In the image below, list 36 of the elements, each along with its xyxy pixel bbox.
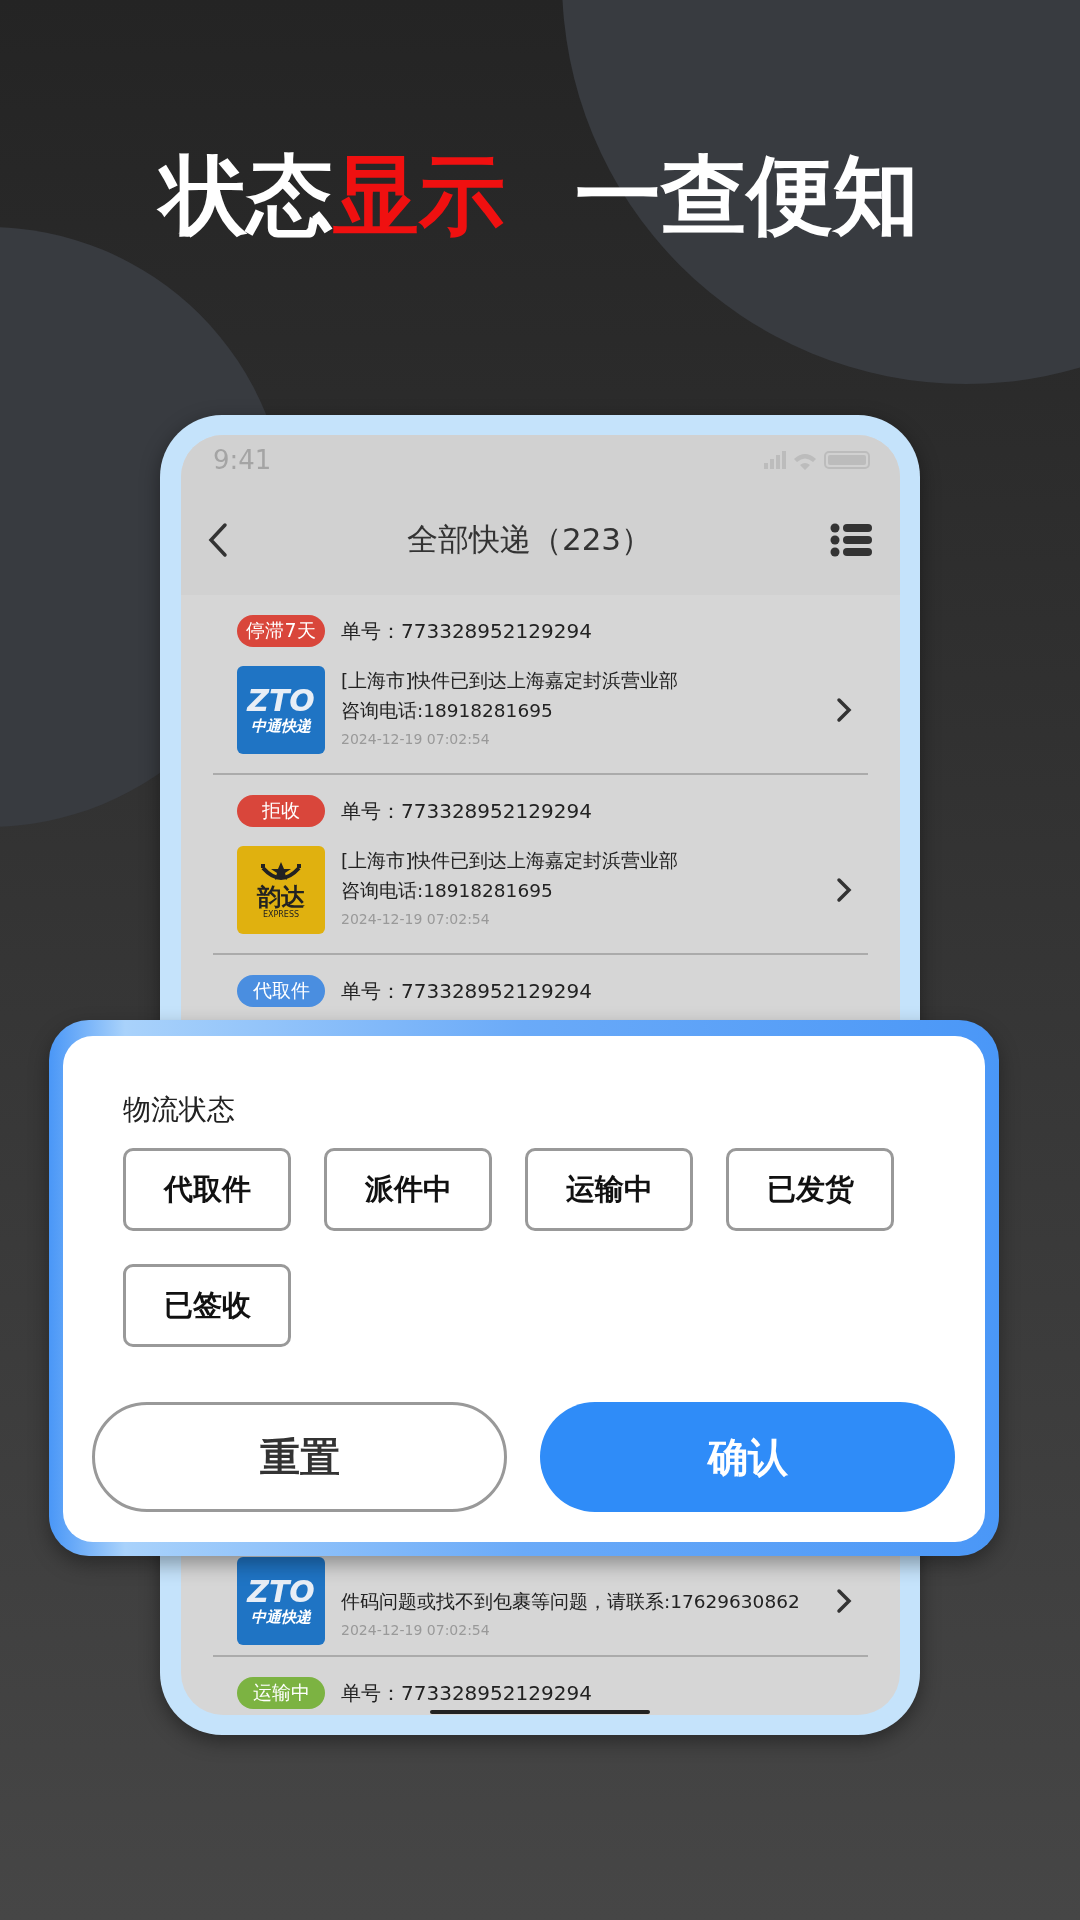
tracking-message: 件码问题或找不到包裹等问题，请联系:17629630862 [341,1590,801,1614]
tracking-message: 咨询电话:18918281695 [341,699,554,723]
section-title: 物流状态 [122,1092,236,1128]
status-badge: 运输中 [237,1677,325,1709]
reset-button[interactable]: 重置 [92,1402,507,1512]
status-option[interactable]: 已发货 [726,1148,894,1231]
timestamp: 2024-12-19 07:02:54 [341,1621,491,1640]
courier-logo: ZTO 中通快递 [237,1557,325,1645]
chevron-right-icon[interactable] [836,877,852,903]
tracking-message: [上海市]快件已到达上海嘉定封浜营业部 [341,669,680,693]
status-badge: 停滞7天 [237,615,325,647]
chevron-right-icon[interactable] [836,1588,852,1614]
list-icon[interactable] [830,523,872,557]
timestamp: 2024-12-19 07:02:54 [341,910,491,929]
tracking-number: 单号：773328952129294 [341,979,592,1003]
status-option[interactable]: 代取件 [123,1148,291,1231]
status-option[interactable]: 派件中 [324,1148,492,1231]
tracking-number: 单号：773328952129294 [341,1681,592,1705]
courier-logo: 韵达 EXPRESS [237,846,325,934]
tracking-message: [上海市]快件已到达上海嘉定封浜营业部 [341,849,680,873]
page-title: 全部快递（223） [406,520,653,559]
parcel-row[interactable]: ZTO 中通快递 件码问题或找不到包裹等问题，请联系:17629630862 2024-12-19 07:02:54 [213,1557,868,1657]
courier-logo: ZTO 中通快递 [237,666,325,754]
headline: 一查便知 [575,144,919,247]
status-option[interactable]: 运输中 [525,1148,693,1231]
parcel-row[interactable]: 停滞7天 单号：773328952129294 ZTO 中通快递 [上海市]快件已到达上海嘉定封浜营业部 咨询电话:18918281695 2024-12-19 07:02:54 [213,595,868,775]
chevron-right-icon[interactable] [836,697,852,723]
status-badge: 拒收 [237,795,325,827]
tracking-message: 咨询电话:18918281695 [341,879,554,903]
status-badge: 代取件 [237,975,325,1007]
timestamp: 2024-12-19 07:02:54 [341,730,491,749]
parcel-row[interactable]: 拒收 单号：773328952129294 韵达 EXPRESS [上海市]快件已到达上海嘉定封浜营业部 咨询电话:18918281695 2024-12-19 07:02:54 [213,775,868,955]
back-icon[interactable] [207,522,229,558]
status-option[interactable]: 已签收 [123,1264,291,1347]
tracking-number: 单号：773328952129294 [341,617,592,645]
tracking-number: 单号：773328952129294 [341,797,592,825]
